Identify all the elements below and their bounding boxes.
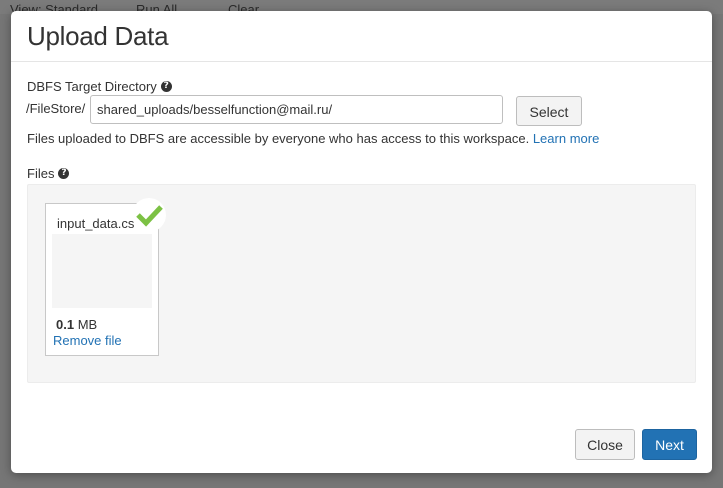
upload-data-dialog: Upload Data DBFS Target Directory ? /Fil… — [11, 11, 712, 473]
files-label-row: Files ? — [27, 166, 70, 181]
remove-file-link[interactable]: Remove file — [53, 333, 122, 348]
file-dropzone[interactable]: input_data.csv 0.1 MB Remove file — [27, 184, 696, 383]
upload-success-badge — [132, 198, 166, 232]
file-card: input_data.csv 0.1 MB Remove file — [45, 198, 166, 356]
path-prefix: /FileStore/ — [26, 101, 86, 116]
info-text-line: Files uploaded to DBFS are accessible by… — [27, 131, 599, 146]
file-size-value: 0.1 — [56, 317, 75, 332]
target-directory-input[interactable] — [90, 95, 503, 124]
file-size: 0.1 MB — [56, 317, 97, 332]
help-icon[interactable]: ? — [160, 81, 172, 92]
file-size-unit: MB — [77, 317, 98, 332]
check-icon — [136, 205, 163, 227]
learn-more-link[interactable]: Learn more — [533, 131, 599, 146]
target-directory-label-row: DBFS Target Directory ? — [27, 79, 172, 94]
target-directory-label: DBFS Target Directory — [27, 79, 157, 94]
files-label: Files — [27, 166, 55, 181]
file-name: input_data.csv — [57, 216, 135, 231]
close-button[interactable]: Close — [575, 429, 635, 460]
next-button[interactable]: Next — [642, 429, 697, 460]
help-icon[interactable]: ? — [58, 168, 70, 179]
select-button[interactable]: Select — [516, 96, 582, 126]
dialog-header: Upload Data — [11, 11, 712, 62]
info-text: Files uploaded to DBFS are accessible by… — [27, 131, 530, 146]
dialog-title: Upload Data — [27, 21, 169, 51]
file-thumbnail — [52, 234, 152, 308]
